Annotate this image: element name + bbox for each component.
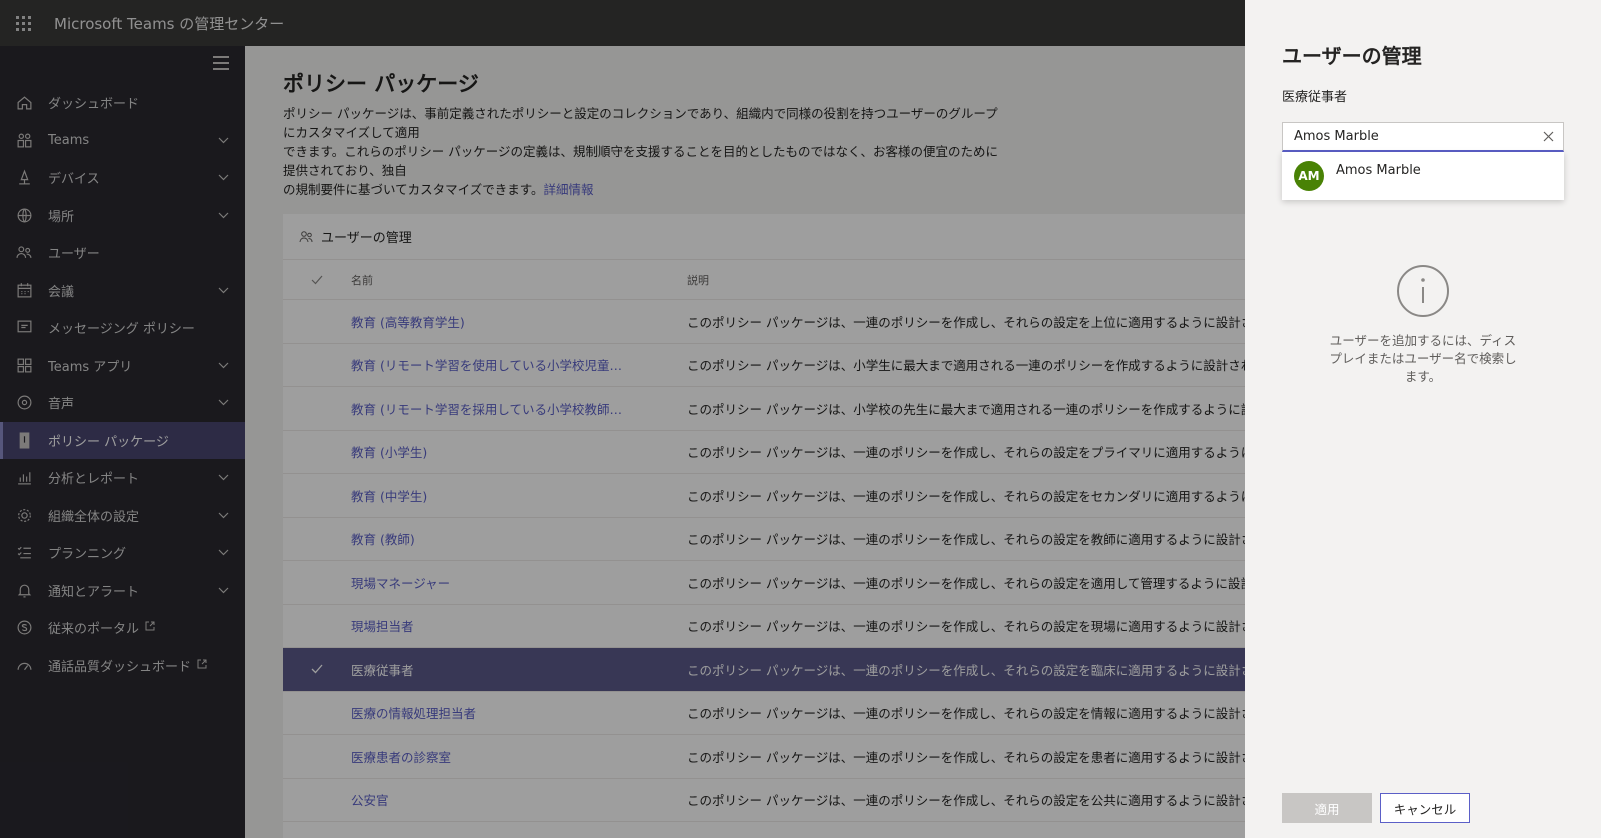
panel-subtitle: 医療従事者 <box>1282 90 1348 105</box>
panel-title: ユーザーの管理 <box>1282 44 1422 68</box>
clear-icon[interactable] <box>1533 131 1563 142</box>
avatar: AM <box>1294 161 1324 191</box>
apply-button[interactable]: 適用 <box>1282 793 1372 823</box>
modal-overlay[interactable] <box>0 0 1245 838</box>
search-result-name: Amos Marble <box>1336 162 1421 178</box>
manage-users-panel: ユーザーの管理 医療従事者 AM Amos Marble ユーザーを追加するには… <box>1245 0 1601 838</box>
search-result-item[interactable]: AM Amos Marble <box>1282 152 1564 200</box>
user-search-input[interactable] <box>1283 129 1533 144</box>
empty-state-text: ユーザーを追加するには、ディスプレイまたはユーザー名で検索します。 <box>1329 333 1517 384</box>
user-search-box <box>1282 122 1564 152</box>
empty-state: ユーザーを追加するには、ディスプレイまたはユーザー名で検索します。 <box>1245 264 1601 386</box>
cancel-button[interactable]: キャンセル <box>1380 793 1470 823</box>
info-icon <box>1396 264 1450 322</box>
